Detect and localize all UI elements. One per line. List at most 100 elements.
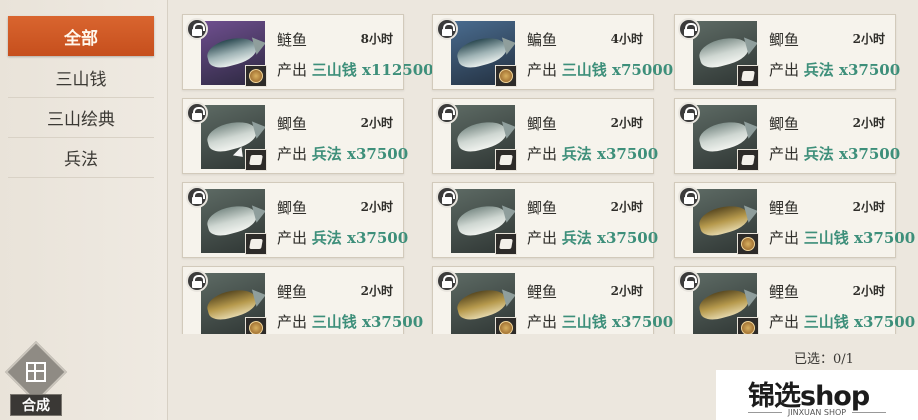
lock-icon[interactable]	[436, 102, 458, 124]
lock-icon[interactable]	[678, 102, 700, 124]
lock-icon[interactable]	[186, 270, 208, 292]
output-label: 产出	[769, 229, 800, 247]
fish-output: 产出 兵法 x37500	[527, 143, 658, 164]
fish-output: 产出 兵法 x37500	[527, 227, 658, 248]
fish-card[interactable]: 鲫鱼 2小时产出 兵法 x37500	[674, 14, 900, 90]
fish-output: 产出 三山钱 x75000	[527, 59, 673, 80]
fish-card[interactable]: 鲤鱼 2小时产出 三山钱 x37500	[432, 266, 673, 334]
lock-icon[interactable]	[186, 18, 208, 40]
coin-icon	[737, 317, 759, 334]
output-resource: 兵法 x37500	[311, 229, 409, 247]
fish-time: 4小时	[610, 32, 643, 46]
book-icon	[495, 233, 517, 255]
fish-name: 鲫鱼	[527, 115, 558, 133]
output-resource: 兵法 x37500	[803, 61, 901, 79]
output-label: 产出	[769, 145, 800, 163]
fish-card[interactable]: 鲫鱼 2小时产出 兵法 x37500	[182, 98, 408, 174]
fish-time: 2小时	[852, 116, 885, 130]
fish-name: 鲫鱼	[277, 115, 308, 133]
selection-counter: 已选：0/1	[794, 348, 854, 367]
fish-name: 鲫鱼	[769, 31, 800, 49]
fish-time: 2小时	[852, 284, 885, 298]
book-icon	[737, 65, 759, 87]
output-label: 产出	[769, 313, 800, 331]
output-resource: 三山钱 x75000	[561, 61, 674, 79]
book-icon	[245, 149, 267, 171]
fish-card[interactable]: 鳊鱼 4小时产出 三山钱 x75000	[432, 14, 673, 90]
output-resource: 兵法 x37500	[561, 229, 659, 247]
sidebar-item-sanshan-coin[interactable]: 三山钱	[8, 58, 154, 98]
output-resource: 兵法 x37500	[803, 145, 901, 163]
lock-icon[interactable]	[436, 18, 458, 40]
fish-name: 鲢鱼	[277, 31, 308, 49]
fish-name: 鲤鱼	[277, 283, 308, 301]
fish-card[interactable]: 鲤鱼 2小时产出 三山钱 x37500	[674, 182, 915, 258]
fish-time: 2小时	[360, 116, 393, 130]
grid-icon	[26, 362, 46, 382]
combine-label: 合成	[10, 394, 62, 416]
fish-output: 产出 三山钱 x37500	[277, 311, 423, 332]
watermark: 锦选shop JINXUAN SHOP	[716, 370, 918, 420]
sidebar-item-tactics[interactable]: 兵法	[8, 138, 154, 178]
combine-button[interactable]: 合成	[4, 340, 68, 416]
fish-output: 产出 三山钱 x37500	[527, 311, 673, 332]
output-resource: 三山钱 x37500	[311, 313, 424, 331]
book-icon	[737, 149, 759, 171]
fish-card[interactable]: 鲤鱼 2小时 产出 三山钱 x37500	[674, 266, 915, 334]
fish-time: 2小时	[610, 200, 643, 214]
fish-time: 2小时	[360, 200, 393, 214]
lock-icon[interactable]	[678, 18, 700, 40]
fish-output: 产出 三山钱 x37500	[769, 227, 915, 248]
fish-time: 2小时	[610, 284, 643, 298]
output-label: 产出	[527, 145, 558, 163]
lock-icon[interactable]	[436, 270, 458, 292]
fish-name: 鲫鱼	[277, 199, 308, 217]
output-label: 产出	[277, 313, 308, 331]
fish-card[interactable]: 鲫鱼 2小时 产出 兵法 x37500	[432, 98, 658, 174]
output-label: 产出	[769, 61, 800, 79]
lock-icon[interactable]	[436, 186, 458, 208]
book-icon	[495, 149, 517, 171]
fish-card[interactable]: 鲫鱼 2小时产出 兵法 x37500	[674, 98, 900, 174]
output-label: 产出	[277, 61, 308, 79]
fish-name: 鲤鱼	[527, 283, 558, 301]
coin-icon	[737, 233, 759, 255]
coin-icon	[245, 65, 267, 87]
fish-name: 鲤鱼	[769, 199, 800, 217]
fish-card[interactable]: 鲤鱼 2小时 产出 三山钱 x37500	[182, 266, 423, 334]
fish-card[interactable]: 鲢鱼 8小时产出 三山钱 x112500	[182, 14, 434, 90]
fish-time: 2小时	[852, 200, 885, 214]
fish-time: 8小时	[360, 32, 393, 46]
fish-output: 产出 三山钱 x112500	[277, 59, 434, 80]
fish-card[interactable]: 鲫鱼 2小时产出 兵法 x37500	[182, 182, 408, 258]
fish-name: 鳊鱼	[527, 31, 558, 49]
output-label: 产出	[277, 229, 308, 247]
lock-icon[interactable]	[678, 270, 700, 292]
output-resource: 三山钱 x37500	[561, 313, 674, 331]
fish-name: 鲫鱼	[769, 115, 800, 133]
fish-grid: 鲢鱼 8小时 产出 三山钱 x112500 鳊鱼 4小时 产出 三山钱 x75000 鲫鱼 2…	[180, 12, 918, 334]
fish-card[interactable]: 鲫鱼 2小时 产出 兵法 x37500	[432, 182, 658, 258]
output-label: 产出	[527, 61, 558, 79]
output-resource: 三山钱 x112500	[311, 61, 434, 79]
output-label: 产出	[527, 229, 558, 247]
selection-label: 已选：	[794, 352, 834, 367]
lock-icon[interactable]	[186, 186, 208, 208]
lock-icon[interactable]	[678, 186, 700, 208]
lock-icon[interactable]	[186, 102, 208, 124]
coin-icon	[245, 317, 267, 334]
output-resource: 兵法 x37500	[561, 145, 659, 163]
book-icon	[245, 233, 267, 255]
fish-output: 产出 兵法 x37500	[277, 227, 408, 248]
coin-icon	[495, 317, 517, 334]
watermark-sub: JINXUAN SHOP	[716, 408, 918, 417]
output-label: 产出	[277, 145, 308, 163]
fish-time: 2小时	[852, 32, 885, 46]
coin-icon	[495, 65, 517, 87]
output-resource: 兵法 x37500	[311, 145, 409, 163]
sidebar-item-sanshan-codex[interactable]: 三山绘典	[8, 98, 154, 138]
fish-output: 产出 兵法 x37500	[769, 59, 900, 80]
sidebar-item-all[interactable]: 全部	[8, 16, 154, 56]
fish-output: 产出 兵法 x37500	[277, 143, 408, 164]
output-label: 产出	[527, 313, 558, 331]
